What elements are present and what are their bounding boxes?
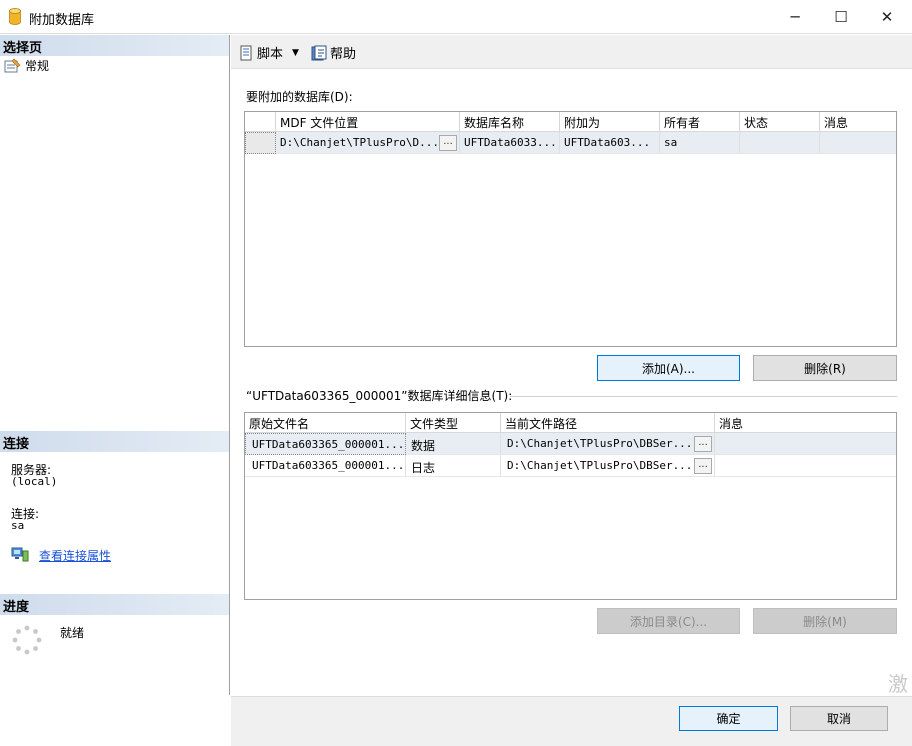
attach-databases-label: 要附加的数据库(D): <box>246 90 353 104</box>
table-row[interactable]: UFTData603365_000001... 日志 D:\Chanjet\TP… <box>245 455 896 477</box>
divider <box>510 396 897 397</box>
column-header[interactable]: MDF 文件位置 <box>276 112 460 132</box>
window-title: 附加数据库 <box>29 13 95 28</box>
progress-status: 就绪 <box>60 626 85 640</box>
table-row[interactable]: UFTData603365_000001... 数据 D:\Chanjet\TP… <box>245 433 896 455</box>
details-grid[interactable]: 原始文件名 文件类型 当前文件路径 消息 UFTData603365_00000… <box>244 412 897 600</box>
row-header-column <box>245 112 276 132</box>
file-type-cell[interactable]: 日志 <box>406 455 501 477</box>
progress-spinner-icon <box>12 625 42 655</box>
connection-value: sa <box>11 519 25 532</box>
chevron-down-icon[interactable]: ▼ <box>292 48 299 58</box>
toolbar: 脚本 ▼ 帮助 <box>231 35 912 69</box>
script-icon <box>240 45 252 60</box>
maximize-button[interactable]: ☐ <box>818 0 864 34</box>
close-button[interactable]: ✕ <box>864 0 910 34</box>
column-header[interactable]: 所有者 <box>660 112 740 132</box>
browse-path-button[interactable]: ... <box>694 436 712 452</box>
message-cell <box>820 132 896 154</box>
view-connection-properties-link[interactable]: 查看连接属性 <box>39 547 111 564</box>
watermark-char: 激 <box>888 672 908 696</box>
column-header[interactable]: 文件类型 <box>406 413 501 433</box>
browse-path-button[interactable]: ... <box>694 458 712 474</box>
column-header[interactable]: 状态 <box>740 112 820 132</box>
title-bar: 附加数据库 ─ ☐ ✕ <box>0 0 912 34</box>
settings-page-icon <box>4 58 21 73</box>
database-name-cell[interactable]: UFTData6033... <box>460 132 560 154</box>
file-type-cell[interactable]: 数据 <box>406 433 501 455</box>
original-file-cell[interactable]: UFTData603365_000001... <box>245 433 406 455</box>
mdf-location-cell[interactable]: D:\Chanjet\TPlusPro\D... <box>276 132 460 154</box>
ok-button[interactable]: 确定 <box>679 706 778 731</box>
current-path-cell[interactable]: D:\Chanjet\TPlusPro\DBSer... <box>501 455 715 477</box>
row-selector[interactable] <box>245 132 276 154</box>
connection-properties-icon <box>11 547 29 562</box>
add-catalog-button[interactable]: 添加目录(C)... <box>597 608 740 634</box>
owner-cell[interactable]: sa <box>660 132 740 154</box>
server-value: (local) <box>11 475 58 488</box>
message-cell <box>715 455 896 477</box>
footer-bar: 确定 取消 <box>231 696 912 746</box>
page-item-general[interactable]: 常规 <box>4 57 49 74</box>
progress-header: 进度 <box>0 594 229 615</box>
status-cell <box>740 132 820 154</box>
help-button[interactable]: 帮助 <box>311 43 356 62</box>
remove-button[interactable]: 删除(R) <box>753 355 897 381</box>
column-header[interactable]: 原始文件名 <box>245 413 406 433</box>
attach-grid[interactable]: MDF 文件位置 数据库名称 附加为 所有者 状态 消息 D:\Chanjet\… <box>244 111 897 347</box>
select-page-header: 选择页 <box>0 35 229 56</box>
add-button[interactable]: 添加(A)... <box>597 355 740 381</box>
original-file-cell[interactable]: UFTData603365_000001... <box>245 455 406 477</box>
column-header[interactable]: 消息 <box>715 413 896 433</box>
column-header[interactable]: 数据库名称 <box>460 112 560 132</box>
attach-as-cell[interactable]: UFTData603... <box>560 132 660 154</box>
help-label: 帮助 <box>330 47 357 62</box>
browse-mdf-button[interactable]: ... <box>439 135 457 151</box>
column-header[interactable]: 消息 <box>820 112 896 132</box>
message-cell <box>715 433 896 455</box>
database-icon <box>9 8 21 25</box>
script-button[interactable]: 脚本 ▼ <box>238 43 299 62</box>
column-header[interactable]: 附加为 <box>560 112 660 132</box>
minimize-button[interactable]: ─ <box>772 0 818 34</box>
cancel-button[interactable]: 取消 <box>790 706 888 731</box>
page-item-label: 常规 <box>25 59 50 73</box>
help-icon <box>311 45 327 60</box>
script-label: 脚本 <box>257 47 284 62</box>
remove-file-button[interactable]: 删除(M) <box>753 608 897 634</box>
current-path-cell[interactable]: D:\Chanjet\TPlusPro\DBSer... <box>501 433 715 455</box>
left-pane: 选择页 常规 连接 服务器: (local) 连接: sa 查看连接属性 进度 <box>0 35 230 695</box>
table-row[interactable]: D:\Chanjet\TPlusPro\D... ... UFTData6033… <box>245 132 896 154</box>
connection-header: 连接 <box>0 431 229 452</box>
details-label: “UFTData603365_000001”数据库详细信息(T): <box>246 389 513 403</box>
column-header[interactable]: 当前文件路径 <box>501 413 715 433</box>
